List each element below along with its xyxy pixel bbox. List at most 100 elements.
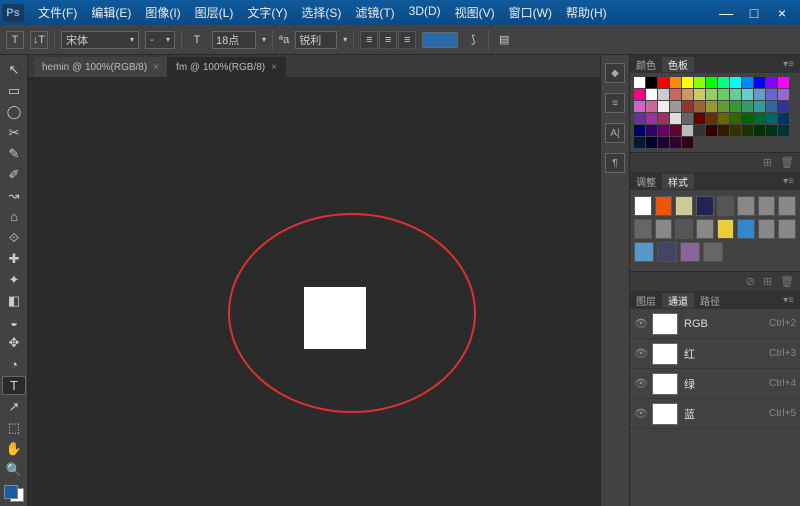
style-preset[interactable] [696, 219, 714, 239]
menu-edit[interactable]: 编辑(E) [85, 2, 137, 23]
swatch[interactable] [682, 101, 693, 112]
swatch[interactable] [646, 125, 657, 136]
dock-panel-button[interactable]: A| [605, 123, 625, 143]
tool-4[interactable]: ✎ [2, 144, 26, 163]
swatch[interactable] [754, 89, 765, 100]
tab-color[interactable]: 颜色 [630, 57, 662, 72]
tool-1[interactable]: ▭ [2, 81, 26, 100]
swatch[interactable] [778, 77, 789, 88]
swatch[interactable] [730, 77, 741, 88]
character-panel-button[interactable]: ▤ [495, 31, 513, 49]
trash-icon[interactable]: 🗑 [780, 156, 794, 169]
swatch[interactable] [658, 89, 669, 100]
visibility-icon[interactable]: 👁 [634, 317, 646, 330]
swatch[interactable] [742, 125, 753, 136]
style-preset[interactable] [717, 219, 735, 239]
tool-preset-icon[interactable]: T [6, 31, 24, 49]
tool-8[interactable]: ⟐ [2, 229, 26, 248]
swatch[interactable] [658, 113, 669, 124]
swatch[interactable] [766, 113, 777, 124]
swatch[interactable] [634, 113, 645, 124]
font-size-select[interactable]: 18点 [212, 31, 256, 49]
channel-row[interactable]: 👁蓝Ctrl+5 [630, 399, 800, 429]
menu-file[interactable]: 文件(F) [32, 2, 83, 23]
style-preset[interactable] [634, 242, 654, 262]
swatch[interactable] [718, 77, 729, 88]
swatch[interactable] [670, 101, 681, 112]
swatch[interactable] [670, 113, 681, 124]
dock-panel-button[interactable]: ≡ [605, 93, 625, 113]
swatch[interactable] [682, 113, 693, 124]
style-preset[interactable] [680, 242, 700, 262]
menu-layer[interactable]: 图层(L) [189, 2, 240, 23]
align-left-button[interactable]: ≡ [360, 31, 378, 49]
tool-13[interactable]: ✥ [2, 334, 26, 353]
menu-help[interactable]: 帮助(H) [560, 2, 613, 23]
warp-text-button[interactable]: ⟆ [464, 31, 482, 49]
swatch[interactable] [718, 113, 729, 124]
menu-type[interactable]: 文字(Y) [241, 2, 293, 23]
swatch[interactable] [754, 77, 765, 88]
panel-menu-icon[interactable]: ▾≡ [777, 295, 800, 306]
swatch[interactable] [730, 125, 741, 136]
canvas[interactable] [28, 77, 600, 506]
swatch[interactable] [706, 125, 717, 136]
dock-panel-button[interactable]: ¶ [605, 153, 625, 173]
style-preset[interactable] [778, 219, 796, 239]
tab-adjustments[interactable]: 调整 [630, 174, 662, 189]
visibility-icon[interactable]: 👁 [634, 407, 646, 420]
swatch[interactable] [682, 77, 693, 88]
tool-7[interactable]: ⌂ [2, 207, 26, 226]
swatch[interactable] [694, 89, 705, 100]
menu-filter[interactable]: 滤镜(T) [349, 2, 400, 23]
swatch[interactable] [730, 89, 741, 100]
text-orientation-toggle[interactable]: ↓T [30, 31, 48, 49]
swatch[interactable] [742, 101, 753, 112]
menu-view[interactable]: 视图(V) [449, 2, 501, 23]
tool-15[interactable]: T [2, 376, 26, 395]
clear-style-icon[interactable]: ⊘ [746, 275, 755, 288]
style-preset[interactable] [675, 196, 693, 216]
minimize-button[interactable]: — [718, 5, 734, 21]
style-preset[interactable] [737, 196, 755, 216]
swatch[interactable] [646, 77, 657, 88]
swatch[interactable] [706, 113, 717, 124]
swatch[interactable] [646, 89, 657, 100]
style-preset[interactable] [657, 242, 677, 262]
tool-5[interactable]: ✐ [2, 165, 26, 184]
menu-select[interactable]: 选择(S) [295, 2, 347, 23]
close-icon[interactable]: × [153, 62, 159, 73]
maximize-button[interactable]: □ [746, 5, 762, 21]
style-preset[interactable] [634, 219, 652, 239]
swatch[interactable] [670, 89, 681, 100]
chevron-down-icon[interactable]: ▾ [262, 35, 266, 44]
dock-panel-button[interactable]: ◆ [605, 63, 625, 83]
swatch[interactable] [646, 137, 657, 148]
document-tab[interactable]: fm @ 100%(RGB/8)× [168, 57, 286, 77]
style-preset[interactable] [703, 242, 723, 262]
swatch[interactable] [694, 77, 705, 88]
close-button[interactable]: × [774, 5, 790, 21]
swatch[interactable] [706, 89, 717, 100]
swatch[interactable] [730, 101, 741, 112]
tool-2[interactable]: ◯ [2, 102, 26, 121]
swatch[interactable] [682, 125, 693, 136]
swatch[interactable] [670, 77, 681, 88]
tool-18[interactable]: ✋ [2, 439, 26, 458]
tool-14[interactable]: ◔ [2, 355, 26, 374]
visibility-icon[interactable]: 👁 [634, 347, 646, 360]
style-preset[interactable] [696, 196, 714, 216]
swatch[interactable] [682, 137, 693, 148]
swatch[interactable] [730, 113, 741, 124]
swatch[interactable] [766, 77, 777, 88]
tool-19[interactable]: 🔍 [2, 460, 26, 479]
tool-6[interactable]: ↝ [2, 186, 26, 205]
style-preset[interactable] [717, 196, 735, 216]
swatch[interactable] [706, 77, 717, 88]
swatch[interactable] [634, 137, 645, 148]
text-color-swatch[interactable] [422, 32, 458, 48]
tool-12[interactable]: ◒ [2, 313, 26, 332]
tool-9[interactable]: ✚ [2, 250, 26, 269]
swatch[interactable] [766, 125, 777, 136]
swatch[interactable] [670, 137, 681, 148]
